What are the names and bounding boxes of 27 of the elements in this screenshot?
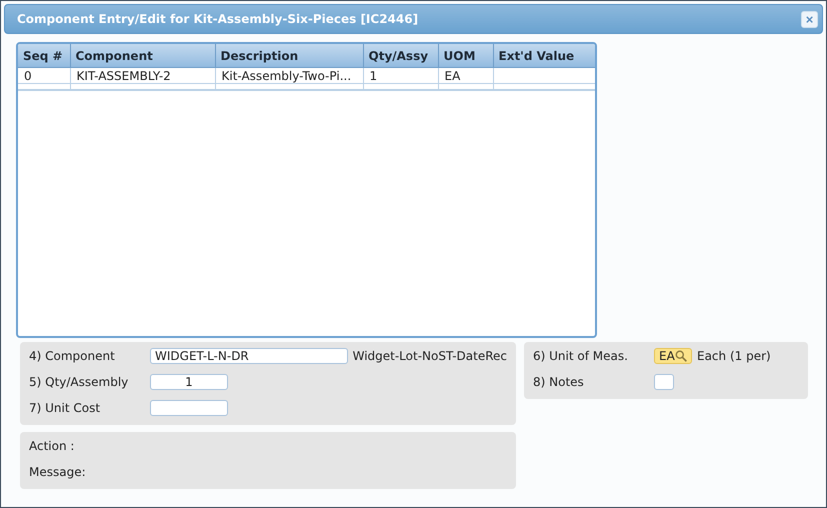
column-header[interactable]: Ext'd Value — [493, 44, 595, 68]
field-label: 8) Notes — [533, 375, 585, 389]
field-label: 4) Component — [29, 349, 116, 363]
field-description: Widget-Lot-NoST-DateRec — [352, 349, 507, 363]
table-cell: Kit-Assembly-Two-Pi... — [215, 68, 363, 84]
input-field[interactable]: 1 — [150, 374, 228, 390]
column-header[interactable]: Qty/Assy — [363, 44, 438, 68]
field-description: Each (1 per) — [697, 349, 771, 363]
field-label: 6) Unit of Meas. — [533, 349, 629, 363]
column-header[interactable]: UOM — [438, 44, 493, 68]
field-label: 5) Qty/Assembly — [29, 375, 130, 389]
table-cell: KIT-ASSEMBLY-2 — [70, 68, 215, 84]
status-label: Action : — [29, 438, 76, 455]
table-cell: EA — [438, 68, 493, 84]
column-header[interactable]: Component — [70, 44, 215, 68]
window-title: Component Entry/Edit for Kit-Assembly-Six-Pieces [IC2446] — [17, 12, 418, 26]
table-cell: 0 — [18, 68, 70, 84]
lookup-field[interactable]: EA — [654, 348, 692, 364]
input-field[interactable]: WIDGET-L-N-DR — [150, 348, 348, 364]
column-header[interactable]: Description — [215, 44, 363, 68]
status-label: Message: — [29, 464, 87, 481]
search-icon[interactable] — [674, 349, 687, 363]
table-cell: 1 — [363, 68, 438, 84]
field-label: 7) Unit Cost — [29, 401, 102, 415]
column-header[interactable]: Seq # — [18, 44, 70, 68]
input-field[interactable] — [150, 400, 228, 416]
input-field[interactable] — [654, 374, 674, 390]
